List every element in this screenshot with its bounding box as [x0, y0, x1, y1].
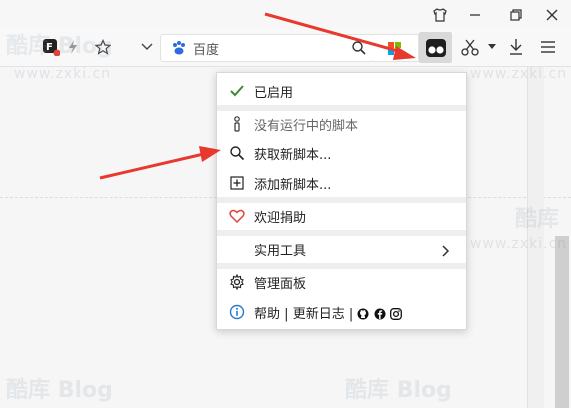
arrow-to-extension — [264, 12, 406, 55]
arrow-to-get-new-script — [99, 151, 209, 180]
arrow-head — [199, 146, 221, 162]
annotation-arrows — [99, 12, 416, 180]
arrow-head — [393, 46, 416, 60]
